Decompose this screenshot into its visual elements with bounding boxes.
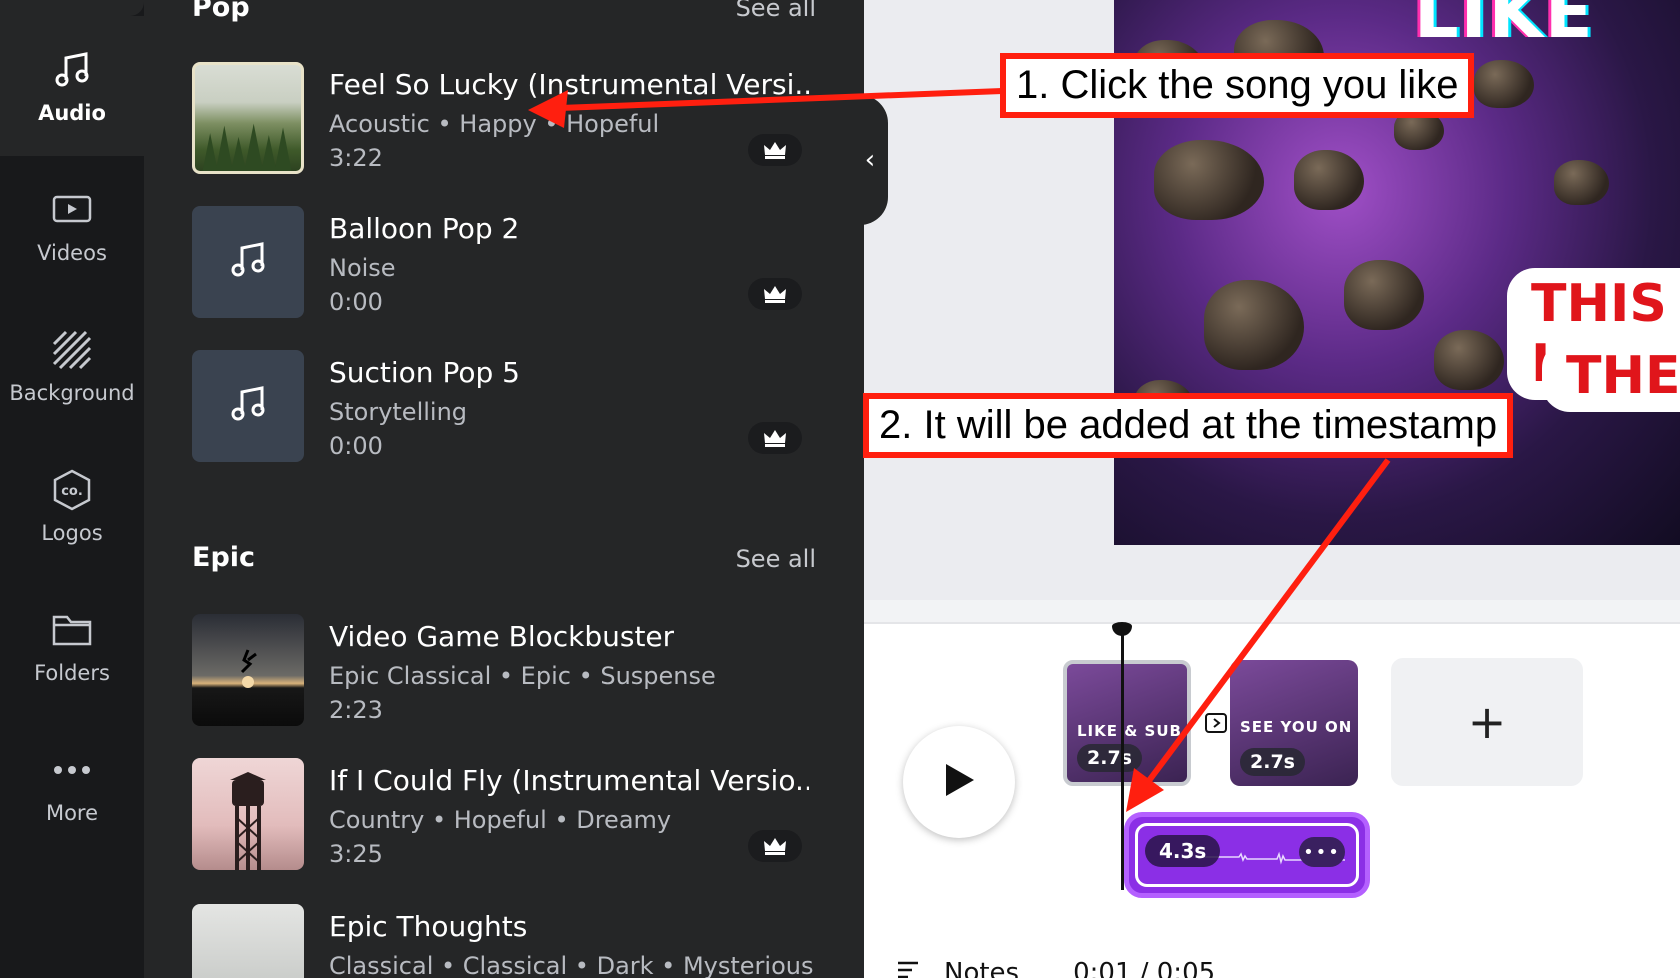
see-all-pop-link[interactable]: See all <box>736 0 816 22</box>
track-item[interactable]: Feel So Lucky (Instrumental Versi.. Acou… <box>192 62 812 174</box>
track-tags: Classical • Classical • Dark • Mysteriou… <box>329 952 814 978</box>
sidebar-item-background[interactable]: Background <box>0 296 144 436</box>
track-tags: Country • Hopeful • Dreamy <box>329 806 672 834</box>
audio-more-button[interactable]: ••• <box>1299 837 1345 867</box>
track-tags: Noise <box>329 254 396 282</box>
track-tags: Epic Classical • Epic • Suspense <box>329 662 716 690</box>
timeline-clip[interactable]: LIKE & SUB 2.7s <box>1063 660 1191 786</box>
track-duration: 0:00 <box>329 432 383 460</box>
clip-duration: 2.7s <box>1077 744 1142 772</box>
sidebar-item-folders[interactable]: Folders <box>0 576 144 716</box>
svg-text:co.: co. <box>61 484 83 499</box>
see-all-epic-link[interactable]: See all <box>736 545 816 573</box>
sidebar-item-label: Audio <box>38 101 106 125</box>
clip-text: SEE YOU ON NEXT VII <box>1240 718 1358 736</box>
rail-top-tab <box>0 0 144 16</box>
plus-icon: + <box>1467 695 1507 749</box>
track-thumbnail-music <box>192 206 304 318</box>
track-item[interactable]: If I Could Fly (Instrumental Versio.. Co… <box>192 758 812 870</box>
track-thumbnail-misty <box>192 904 304 978</box>
track-duration: 3:22 <box>329 144 383 172</box>
app-root: Audio Videos Background co. Logos Folder… <box>0 0 1680 978</box>
logo-badge-icon: co. <box>49 467 95 513</box>
track-duration: 3:25 <box>329 840 383 868</box>
collapse-panel-button[interactable]: ‹ <box>852 95 888 225</box>
play-icon <box>942 761 976 803</box>
track-duration: 2:23 <box>329 696 383 724</box>
music-note-icon <box>228 384 268 428</box>
track-title: If I Could Fly (Instrumental Versio.. <box>329 764 809 797</box>
crown-icon <box>748 134 802 166</box>
video-play-icon <box>49 187 95 233</box>
track-title: Suction Pop 5 <box>329 356 520 389</box>
sidebar-item-label: Logos <box>41 521 103 545</box>
notes-bar: Notes 0:01 / 0:05 <box>896 958 1215 978</box>
clip-duration: 2.7s <box>1240 748 1305 776</box>
section-title-epic: Epic <box>192 542 256 573</box>
canvas-bubble-2: THE <box>1542 340 1680 412</box>
track-thumbnail-music <box>192 350 304 462</box>
section-title-pop: Pop <box>192 0 250 23</box>
sidebar-item-logos[interactable]: co. Logos <box>0 436 144 576</box>
sidebar-item-label: More <box>45 801 99 825</box>
notes-label[interactable]: Notes <box>944 958 1019 978</box>
background-stripes-icon <box>49 327 95 373</box>
canvas-like-text: LIKE <box>1414 0 1595 54</box>
music-note-icon <box>49 47 95 93</box>
more-dots-icon <box>49 747 95 793</box>
track-thumbnail-watertower <box>192 758 304 870</box>
play-button[interactable] <box>903 726 1015 838</box>
track-item[interactable]: Video Game Blockbuster Epic Classical • … <box>192 614 812 726</box>
track-thumbnail-forest <box>192 62 304 174</box>
sidebar-item-label: Background <box>9 381 135 405</box>
crown-icon <box>748 830 802 862</box>
sidebar-item-videos[interactable]: Videos <box>0 156 144 296</box>
sidebar-item-audio[interactable]: Audio <box>0 16 144 156</box>
track-title: Epic Thoughts <box>329 910 528 943</box>
crown-icon <box>748 422 802 454</box>
timeline-clip[interactable]: SEE YOU ON NEXT VII 2.7s <box>1230 660 1358 786</box>
folder-icon <box>49 607 95 653</box>
track-thumbnail-sunset <box>192 614 304 726</box>
sidebar-item-label: Folders <box>34 661 110 685</box>
audio-duration: 4.3s <box>1145 835 1221 867</box>
sidebar-item-more[interactable]: More <box>0 716 144 856</box>
notes-icon[interactable] <box>896 958 926 978</box>
time-readout: 0:01 / 0:05 <box>1073 958 1216 978</box>
crown-icon <box>748 278 802 310</box>
audio-panel: Pop See all Feel So Lucky (Instrumental … <box>144 0 864 978</box>
track-item[interactable]: Balloon Pop 2 Noise 0:00 <box>192 206 812 318</box>
track-tags: Acoustic • Happy • Hopeful <box>329 110 660 138</box>
track-tags: Storytelling <box>329 398 468 426</box>
sidebar-item-label: Videos <box>37 241 107 265</box>
track-item[interactable]: Epic Thoughts Classical • Classical • Da… <box>192 904 814 978</box>
track-duration: 0:00 <box>329 288 383 316</box>
track-title: Balloon Pop 2 <box>329 212 520 245</box>
music-note-icon <box>228 240 268 284</box>
add-page-button[interactable]: + <box>1391 658 1583 786</box>
chevron-left-icon: ‹ <box>864 145 876 175</box>
audio-track[interactable]: 4.3s ••• <box>1124 812 1370 898</box>
playhead[interactable] <box>1121 634 1124 890</box>
annotation-callout-1: 1. Click the song you like <box>1000 53 1475 118</box>
annotation-callout-2: 2. It will be added at the timestamp <box>863 393 1514 458</box>
sidebar-rail: Audio Videos Background co. Logos Folder… <box>0 0 144 978</box>
track-title: Video Game Blockbuster <box>329 620 675 653</box>
track-title: Feel So Lucky (Instrumental Versi.. <box>329 68 809 101</box>
clip-text: LIKE & SUB <box>1077 722 1182 740</box>
track-item[interactable]: Suction Pop 5 Storytelling 0:00 <box>192 350 812 462</box>
